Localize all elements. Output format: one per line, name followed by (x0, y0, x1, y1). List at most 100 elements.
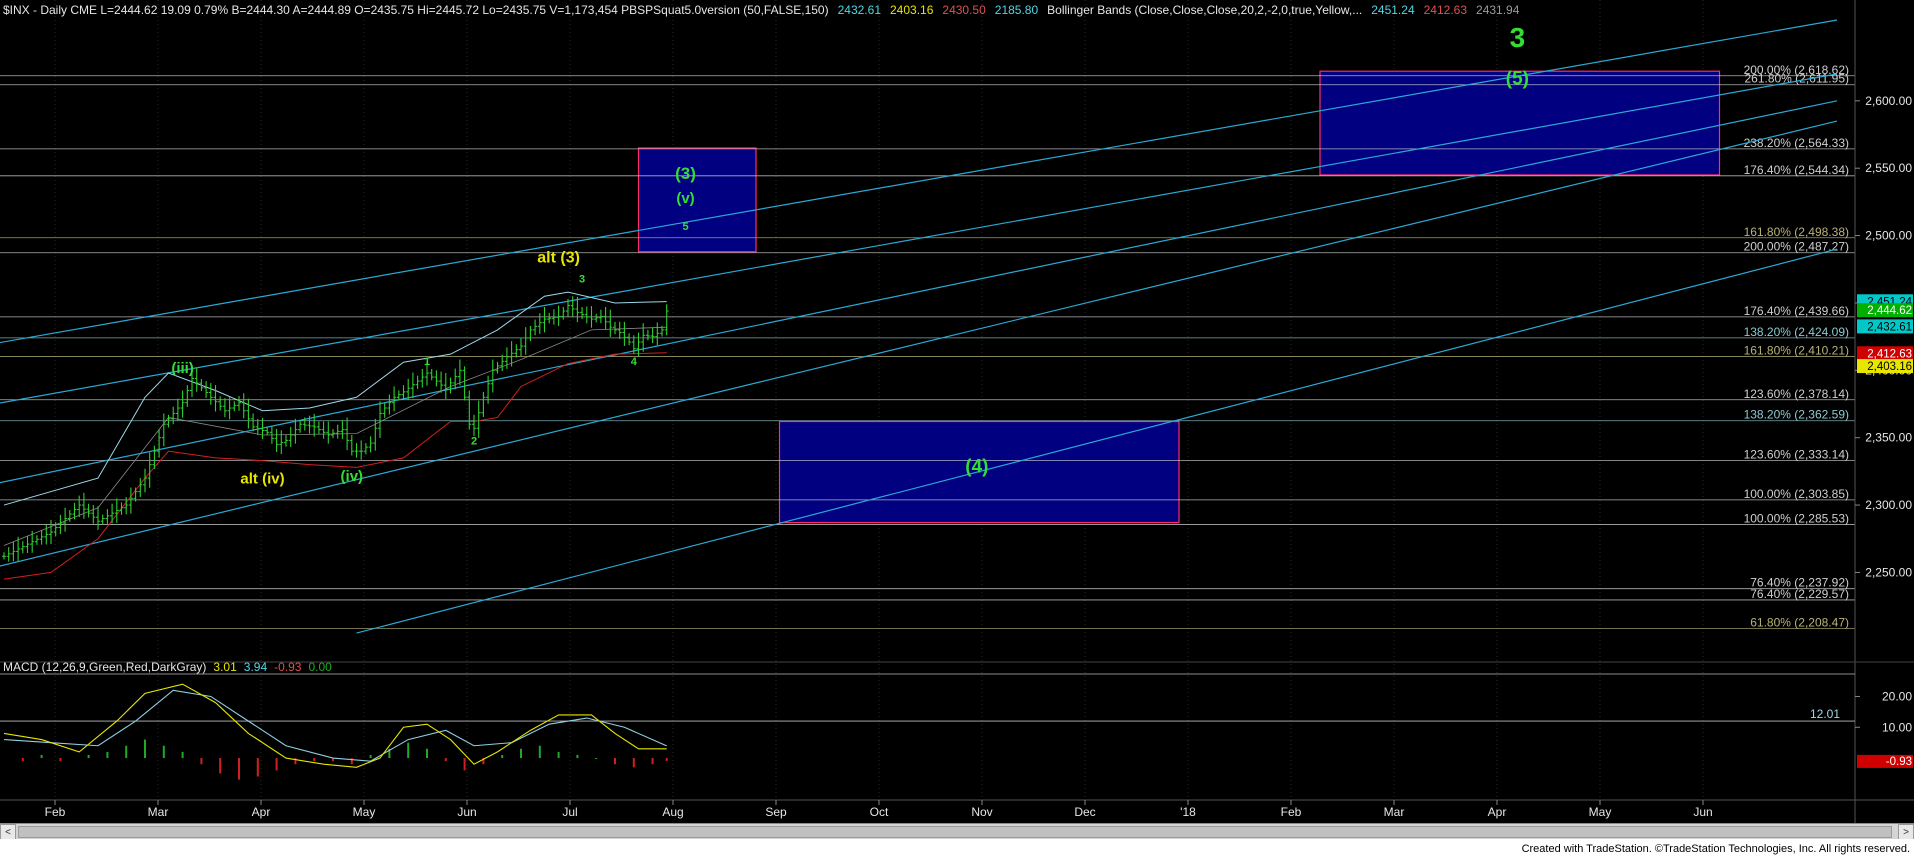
macd-header: MACD (12,26,9,Green,Red,DarkGray) 3.01 3.9… (3, 660, 332, 674)
scroll-left-button[interactable]: < (0, 824, 16, 840)
fib-label: 123.60% (2,378.14) (1744, 387, 1849, 401)
chart-header: $INX - Daily CME L=2444.62 19.09 0.79% B… (3, 3, 1520, 17)
month-tick-label: Apr (252, 805, 271, 819)
price-tag-label: 2,403.16 (1867, 361, 1912, 373)
wave-label: alt (3) (537, 250, 580, 267)
macd-histogram-bar (407, 742, 410, 759)
macd-histogram-bar (632, 758, 635, 768)
month-tick-label: Feb (45, 805, 66, 819)
macd-histogram-bar (651, 758, 654, 765)
target-box (637, 147, 757, 253)
fib-label: 138.20% (2,424.09) (1744, 325, 1849, 339)
macd-histogram-bar (426, 748, 428, 759)
scrollbar-thumb[interactable] (18, 826, 1892, 838)
macd-reference-label: 12.01 (1810, 707, 1840, 721)
wave-label: (iii) (171, 360, 194, 377)
header-part: 2431.94 (1476, 3, 1520, 17)
macd-histogram-bar (595, 758, 598, 760)
month-tick-label: '18 (1180, 805, 1196, 819)
price-tick-label: 2,500.00 (1865, 229, 1912, 243)
macd-histogram-bar (350, 758, 353, 765)
month-tick-label: Jun (1693, 805, 1712, 819)
fib-label: 100.00% (2,285.53) (1744, 512, 1849, 526)
macd-histogram-bar (125, 745, 128, 759)
header-part: 2451.24 (1371, 3, 1415, 17)
price-tick-label: 2,350.00 (1865, 431, 1912, 445)
macd-histogram-bar (501, 754, 504, 759)
month-tick-label: Jun (457, 805, 476, 819)
month-tick-label: Jul (562, 805, 577, 819)
footer-credit: Created with TradeStation. ©TradeStation… (1521, 843, 1910, 855)
price-tick-label: 2,250.00 (1865, 565, 1912, 579)
macd-histogram-bar (106, 751, 109, 759)
macd-histogram-bar (40, 754, 43, 759)
macd-tick-label: 20.00 (1882, 689, 1912, 703)
wave-label: (v) (676, 190, 694, 207)
month-tick-label: Sep (765, 805, 787, 819)
macd-tick-label: 10.00 (1882, 720, 1912, 734)
wave-label: alt (iv) (240, 470, 284, 487)
month-tick-label: Mar (148, 805, 169, 819)
wave-label: 1 (424, 356, 430, 368)
price-tag-label: 2,432.61 (1867, 321, 1912, 333)
macd-histogram-bar (162, 745, 165, 759)
macd-histogram-bar (59, 758, 62, 762)
macd-histogram-bar (444, 758, 447, 762)
macd-histogram-bar (665, 758, 668, 761)
macd-histogram-bar (256, 758, 259, 777)
macd-histogram-bar (275, 758, 278, 771)
macd-header-part: 3.94 (244, 660, 268, 674)
fib-label: 176.40% (2,439.66) (1744, 304, 1849, 318)
fib-label: 100.00% (2,303.85) (1744, 487, 1849, 501)
wave-label: (3) (675, 164, 696, 183)
wave-label: (4) (965, 457, 988, 478)
price-tag-label: 2,444.62 (1867, 305, 1912, 317)
price-tag-label: 2,412.63 (1867, 348, 1912, 360)
wave-label: 2 (471, 435, 477, 447)
macd-histogram-bar (181, 751, 184, 759)
macd-header-part: MACD (12,26,9,Green,Red,DarkGray) (3, 660, 206, 674)
month-tick-label: Feb (1281, 805, 1302, 819)
fib-label: 176.40% (2,544.34) (1744, 163, 1849, 177)
macd-histogram-bar (576, 754, 579, 759)
horizontal-scrollbar[interactable]: < > (0, 823, 1914, 840)
wave-label: 5 (682, 221, 688, 233)
fib-label: 261.80% (2,611.95) (1744, 72, 1849, 86)
month-tick-label: Apr (1488, 805, 1507, 819)
month-tick-label: Oct (870, 805, 889, 819)
macd-histogram-bar (238, 758, 240, 780)
month-tick-label: May (1589, 805, 1612, 819)
wave-label: 4 (631, 356, 638, 368)
month-tick-label: Dec (1074, 805, 1095, 819)
macd-histogram-bar (369, 754, 372, 759)
macd-histogram-bar (21, 758, 24, 762)
wave-label: 3 (1510, 22, 1526, 53)
fib-label: 123.60% (2,333.14) (1744, 447, 1849, 461)
macd-histogram-bar (463, 758, 466, 771)
fib-label: 76.40% (2,229.57) (1750, 587, 1849, 601)
scroll-right-button[interactable]: > (1898, 824, 1914, 840)
macd-histogram-bar (313, 758, 316, 762)
chart-canvas[interactable]: 200.00% (2,618.62)261.80% (2,611.95)238.… (0, 0, 1914, 823)
header-part: 2430.50 (942, 3, 986, 17)
macd-histogram-bar (520, 748, 522, 759)
month-tick-label: Aug (662, 805, 683, 819)
wave-label: 3 (579, 274, 585, 286)
macd-header-part: 3.01 (213, 660, 237, 674)
price-tick-label: 2,550.00 (1865, 161, 1912, 175)
month-tick-label: Mar (1384, 805, 1405, 819)
macd-histogram-bar (200, 758, 203, 765)
macd-histogram-bar (538, 745, 541, 759)
wave-label: (iv) (341, 468, 364, 485)
price-tick-label: 2,600.00 (1865, 94, 1912, 108)
header-part: 2412.63 (1424, 3, 1468, 17)
wave-label: (5) (1506, 69, 1529, 90)
macd-histogram-bar (219, 758, 222, 774)
fib-label: 161.80% (2,498.38) (1744, 225, 1849, 239)
fib-label: 200.00% (2,487.27) (1744, 240, 1849, 254)
header-part: 2432.61 (838, 3, 882, 17)
macd-histogram-bar (557, 751, 560, 759)
macd-header-part: -0.93 (274, 660, 302, 674)
month-tick-label: Nov (971, 805, 992, 819)
header-part: 2185.80 (995, 3, 1039, 17)
